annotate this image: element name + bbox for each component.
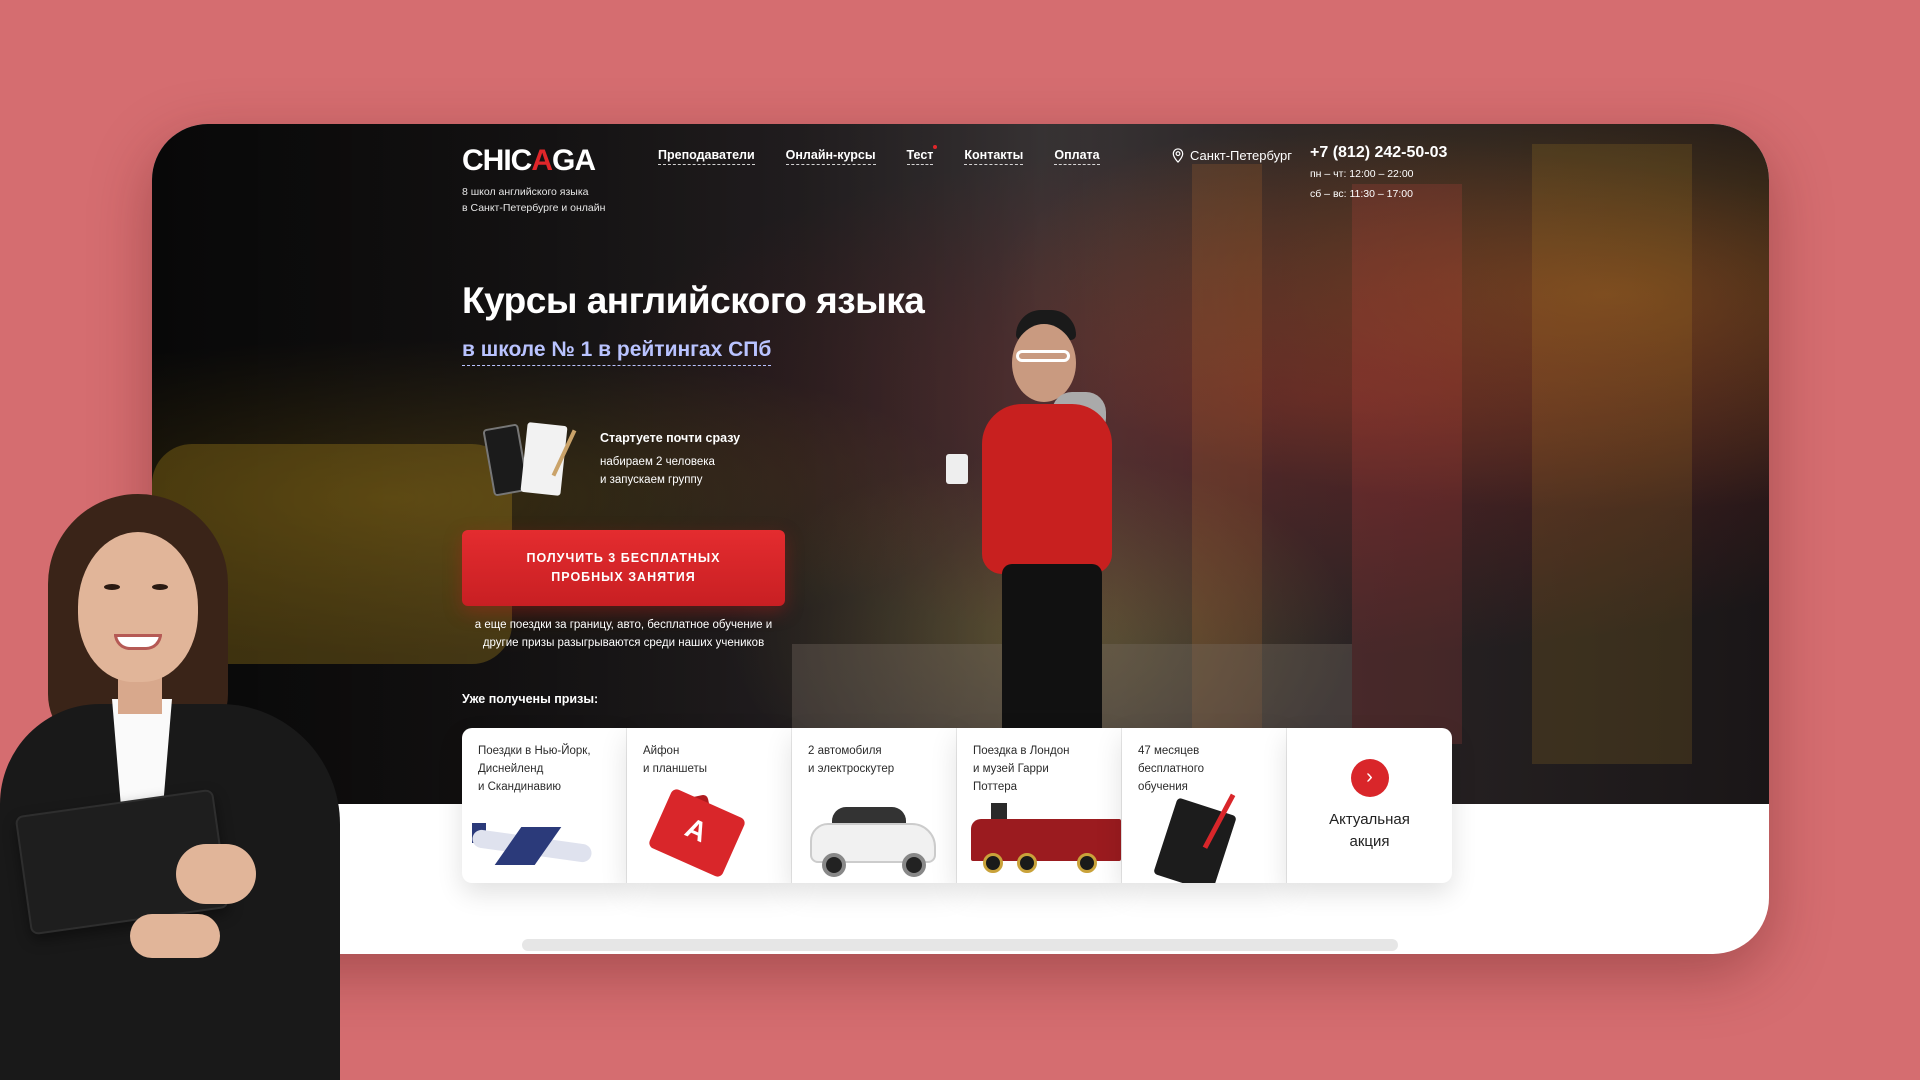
teacher-photo [0,484,345,1080]
logo-tagline: 8 школ английского языка в Санкт-Петербу… [462,186,606,214]
prize-card-education[interactable]: 47 месяцев бесплатного обучения [1122,728,1287,883]
city-selector[interactable]: Санкт-Петербург [1172,148,1292,163]
browser-frame: CHICAGA 8 школ английского языка в Санкт… [152,124,1769,954]
nav-online-courses[interactable]: Онлайн-курсы [785,148,876,165]
quick-start-block: Стартуете почти сразу набираем 2 человек… [482,422,741,497]
contacts: +7 (812) 242-50-03 пн – чт: 12:00 – 22:0… [1310,144,1447,204]
location-pin-icon [1172,148,1184,163]
horizontal-scrollbar[interactable] [522,939,1398,951]
phone-number[interactable]: +7 (812) 242-50-03 [1310,144,1447,162]
logo[interactable]: CHICAGA 8 школ английского языка в Санкт… [462,144,632,216]
prizes-label: Уже получены призы: [462,692,599,706]
car-icon [792,797,956,883]
nav-payment[interactable]: Оплата [1054,148,1100,165]
plane-icon [462,797,626,883]
prize-card-london[interactable]: Поездка в Лондон и музей Гарри Поттера [957,728,1122,883]
prize-card-car[interactable]: 2 автомобиля и электроскутер [792,728,957,883]
prize-card-travel[interactable]: Поездки в Нью-Йорк, Диснейленд и Скандин… [462,728,627,883]
phone-icon: A [627,787,791,883]
nav-test[interactable]: Тест [906,145,938,165]
main-nav: Преподаватели Онлайн-курсы Тест Контакты… [658,145,1100,165]
current-promo-card[interactable]: › Актуальная акция [1287,728,1452,883]
working-hours: пн – чт: 12:00 – 22:00 сб – вс: 11:30 – … [1310,168,1414,200]
quick-start-description: набираем 2 человека и запускаем группу [600,456,715,486]
page-title: Курсы английского языка [462,280,925,321]
nav-teachers[interactable]: Преподаватели [658,148,755,165]
nav-contacts[interactable]: Контакты [964,148,1024,165]
notebook-icon [1122,793,1286,883]
notebook-icon [482,422,580,497]
logo-text: CHICAGA [462,144,596,177]
train-icon [957,797,1121,883]
prizes-note: а еще поездки за границу, авто, бесплатн… [474,619,773,649]
prize-cards: Поездки в Нью-Йорк, Диснейленд и Скандин… [462,728,1452,883]
free-trial-button[interactable]: ПОЛУЧИТЬ 3 БЕСПЛАТНЫХ ПРОБНЫХ ЗАНЯТИЯ [462,530,785,606]
notification-dot [933,145,938,149]
chevron-right-icon[interactable]: › [1350,758,1389,797]
quick-start-title: Стартуете почти сразу [600,431,741,445]
city-name: Санкт-Петербург [1190,148,1292,163]
page-subtitle[interactable]: в школе № 1 в рейтингах СПб [462,338,772,366]
prize-card-phone[interactable]: Айфон и планшеты A [627,728,792,883]
current-promo-label: Актуальная акция [1329,810,1410,850]
